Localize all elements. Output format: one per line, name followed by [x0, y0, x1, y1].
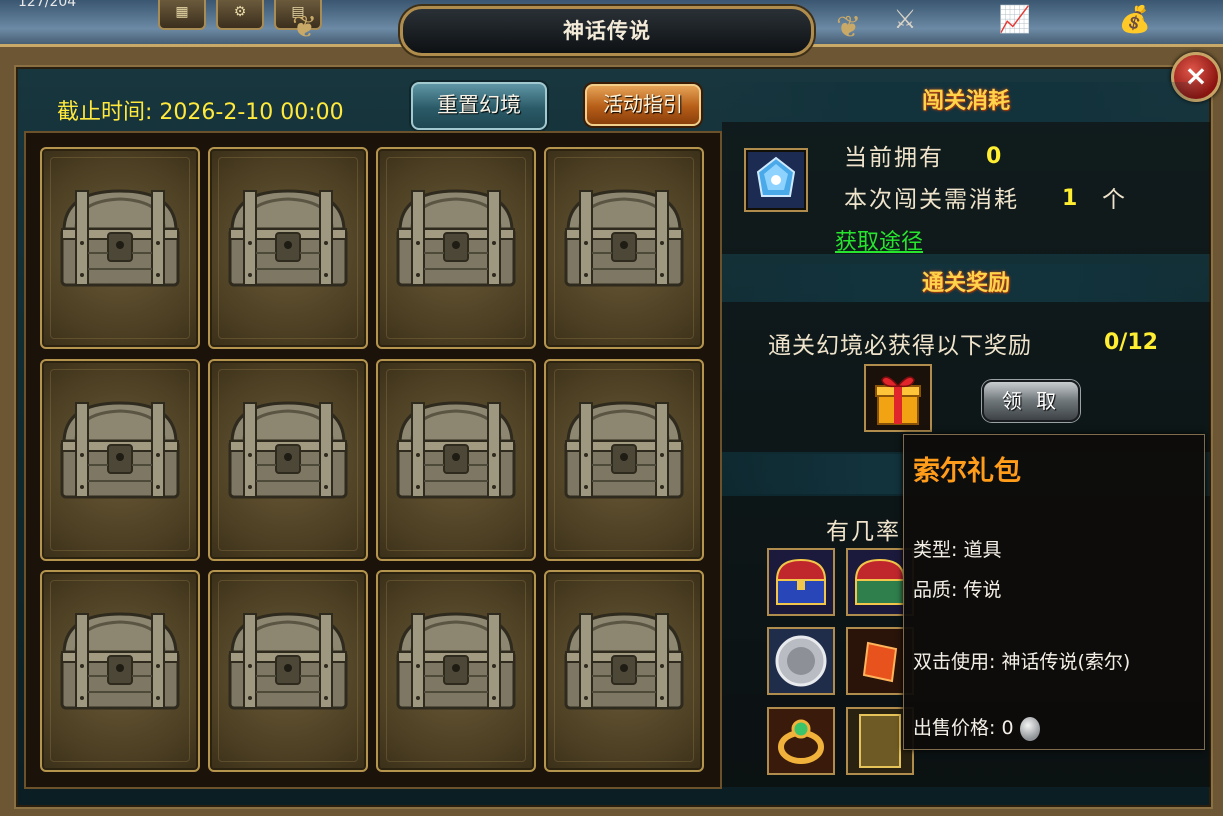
crystal-ticket-icon[interactable] — [744, 148, 808, 212]
treasure-chest-icon — [54, 395, 186, 507]
reward-progress: 0/12 — [1104, 330, 1158, 355]
chest-card[interactable] — [208, 359, 368, 561]
pool-desc: 有几率 — [826, 519, 901, 545]
activity-guide-button[interactable]: 活动指引 — [585, 84, 701, 126]
get-source-link[interactable]: 获取途径 — [835, 224, 923, 256]
cost-section: 当前拥有 0 本次闯关需消耗 1 个 获取途径 — [722, 122, 1210, 256]
tooltip-use: 双击使用: 神话传说(索尔) — [913, 651, 1131, 673]
treasure-chest-icon — [222, 183, 354, 295]
treasure-chest-icon — [54, 606, 186, 718]
hud-settings-button[interactable]: ⚙ — [216, 0, 264, 30]
cost-header: 闯关消耗 — [722, 82, 1210, 122]
treasure-chest-icon — [390, 606, 522, 718]
treasure-chest-icon — [54, 183, 186, 295]
hud-money-bag-icon[interactable]: 💰 — [1110, 0, 1160, 42]
treasure-chest-icon — [390, 395, 522, 507]
tooltip-type: 类型: 道具 — [913, 539, 1002, 561]
chest-card[interactable] — [376, 359, 536, 561]
hud-menu-button[interactable]: ▦ — [158, 0, 206, 30]
reward-header: 通关奖励 — [722, 264, 1210, 304]
treasure-chest-icon — [558, 395, 690, 507]
tooltip-price: 出售价格: 0 — [913, 717, 1014, 739]
need-value: 1 — [1062, 186, 1078, 211]
treasure-chest-icon — [558, 606, 690, 718]
reward-desc: 通关幻境必获得以下奖励 — [768, 333, 1032, 359]
item-tooltip: 索尔礼包 类型: 道具 品质: 传说 双击使用: 神话传说(索尔) 出售价格: … — [903, 434, 1205, 750]
chest-card[interactable] — [40, 147, 200, 349]
reset-illusion-button[interactable]: 重置幻境 — [411, 82, 547, 130]
chest-card[interactable] — [544, 570, 704, 772]
gold-ring-icon[interactable] — [767, 707, 835, 775]
owned-value: 0 — [986, 144, 1002, 169]
title-flourish-right-icon: ❦ — [836, 10, 862, 45]
treasure-chest-icon — [222, 395, 354, 507]
hud-growth-icon[interactable]: 📈 — [990, 0, 1040, 42]
chest-card[interactable] — [40, 359, 200, 561]
owned-label: 当前拥有 — [844, 145, 944, 171]
chest-card[interactable] — [208, 570, 368, 772]
unit-label: 个 — [1102, 187, 1127, 213]
silver-coin-icon — [1019, 716, 1040, 741]
reward-section: 通关幻境必获得以下奖励 0/12 领 取 — [722, 302, 1210, 452]
chest-card[interactable] — [376, 147, 536, 349]
tooltip-price-row: 出售价格: 0 — [913, 713, 1040, 741]
gift-box-icon[interactable] — [864, 364, 932, 432]
chest-card[interactable] — [544, 147, 704, 349]
treasure-chest-icon — [390, 183, 522, 295]
tooltip-item-name: 索尔礼包 — [913, 456, 1021, 487]
chest-card[interactable] — [376, 570, 536, 772]
treasure-chest-icon — [222, 606, 354, 718]
chest-card[interactable] — [40, 570, 200, 772]
hud-counter: 127/204 — [18, 0, 77, 10]
silver-coin-icon[interactable] — [767, 627, 835, 695]
chest-card[interactable] — [208, 147, 368, 349]
treasure-box-blue-icon[interactable] — [767, 548, 835, 616]
window-title: 神话传说 — [400, 6, 814, 56]
chest-card[interactable] — [544, 359, 704, 561]
treasure-chest-icon — [558, 183, 690, 295]
tooltip-quality: 品质: 传说 — [913, 579, 1002, 601]
claim-button[interactable]: 领 取 — [982, 380, 1080, 422]
deadline-text: 截止时间: 2026-2-10 00:00 — [57, 100, 344, 125]
title-flourish-left-icon: ❦ — [292, 10, 318, 45]
need-label: 本次闯关需消耗 — [844, 187, 1019, 213]
